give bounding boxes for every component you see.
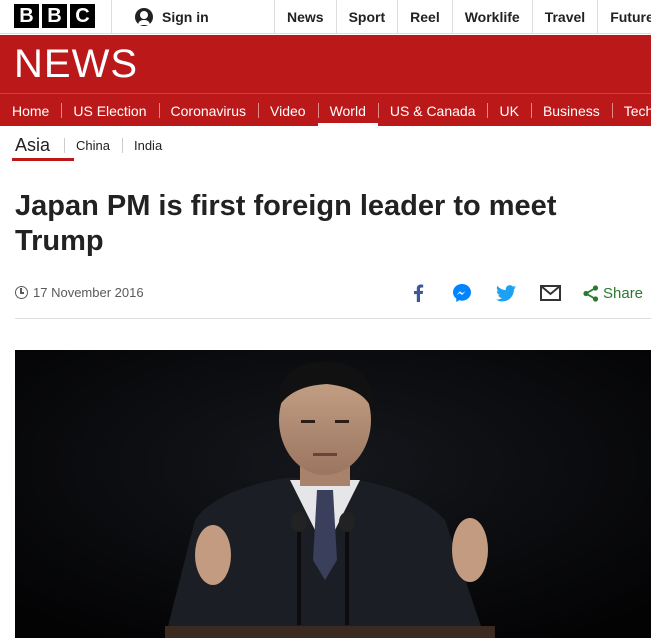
sign-in-label: Sign in [162, 9, 209, 25]
section-nav-coronavirus[interactable]: Coronavirus [158, 94, 258, 126]
section-nav-uk[interactable]: UK [487, 94, 530, 126]
article-lead-photo [15, 350, 651, 638]
bbc-logo-letter: B [42, 4, 67, 28]
share-icon [583, 284, 599, 302]
messenger-icon[interactable] [451, 282, 473, 304]
top-nav-worklife[interactable]: Worklife [451, 0, 532, 34]
user-icon [135, 8, 153, 26]
top-nav-reel[interactable]: Reel [397, 0, 452, 34]
bbc-logo-letter: B [14, 4, 39, 28]
section-nav-tech[interactable]: Tech [611, 94, 651, 126]
bbc-logo-letter: C [70, 4, 95, 28]
email-icon[interactable] [539, 282, 561, 304]
article-date-text: 17 November 2016 [33, 285, 144, 300]
section-nav-us-canada[interactable]: US & Canada [377, 94, 488, 126]
top-bar: B B C Sign in News Sport Reel Worklife T… [0, 0, 651, 34]
article-headline: Japan PM is first foreign leader to meet… [15, 190, 557, 257]
top-nav: News Sport Reel Worklife Travel Future [274, 0, 651, 34]
top-nav-news[interactable]: News [274, 0, 336, 34]
top-nav-sport[interactable]: Sport [335, 0, 398, 34]
share-button[interactable]: Share [583, 285, 643, 302]
section-nav-world[interactable]: World [317, 94, 379, 126]
top-nav-future[interactable]: Future [597, 0, 651, 34]
top-nav-travel[interactable]: Travel [531, 0, 597, 34]
sub-nav-india[interactable]: India [121, 127, 174, 163]
sub-nav: Asia China India [0, 127, 651, 163]
section-nav-business[interactable]: Business [530, 94, 612, 126]
article-meta: 17 November 2016 Share [15, 283, 651, 319]
section-nav-home[interactable]: Home [0, 94, 61, 126]
bbc-logo[interactable]: B B C [14, 4, 95, 28]
twitter-icon[interactable] [495, 282, 517, 304]
photo-speaker-illustration [15, 350, 651, 638]
news-banner: NEWS [0, 35, 651, 93]
section-nav-us-election[interactable]: US Election [61, 94, 158, 126]
sign-in-button[interactable]: Sign in [111, 0, 209, 34]
sub-nav-asia[interactable]: Asia [11, 127, 75, 163]
share-label: Share [603, 284, 644, 302]
facebook-icon[interactable] [407, 282, 429, 304]
share-tools: Share [407, 282, 643, 304]
sub-nav-china[interactable]: China [64, 127, 122, 163]
section-nav: Home US Election Coronavirus Video World… [0, 93, 651, 126]
section-nav-video[interactable]: Video [258, 94, 318, 126]
clock-icon [15, 286, 28, 299]
news-title-link[interactable]: NEWS [14, 42, 138, 87]
article-date: 17 November 2016 [15, 285, 144, 300]
